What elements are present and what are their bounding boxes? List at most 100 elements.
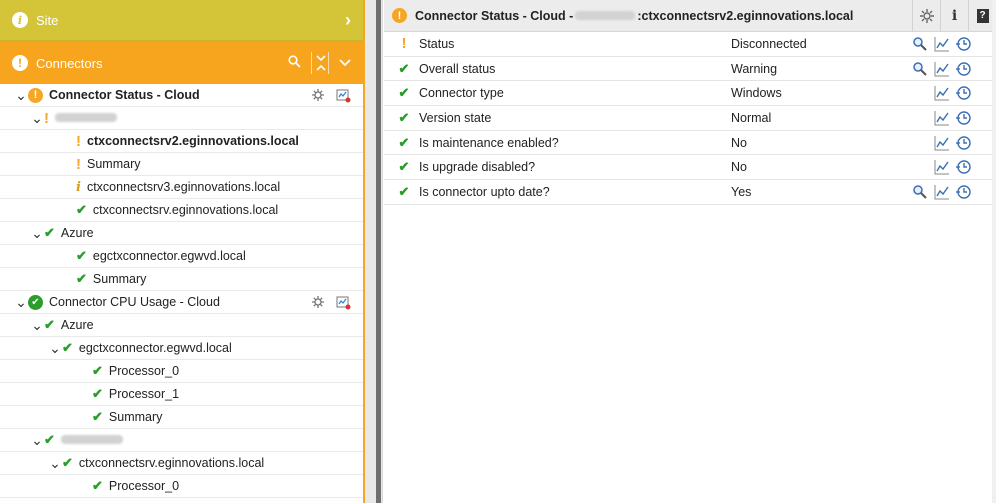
check-icon: ✔: [398, 109, 410, 125]
left-pane: i Site › ! Connectors ⌄! Connector Status…: [0, 0, 365, 503]
chevron-down-icon[interactable]: ⌄: [48, 341, 62, 355]
connectors-bar[interactable]: ! Connectors: [0, 42, 363, 84]
history-icon[interactable]: [956, 159, 972, 175]
connectors-label: Connectors: [36, 55, 103, 71]
tree-item[interactable]: ⌄!: [0, 107, 363, 130]
measure-status: !: [394, 35, 414, 52]
check-icon: ✔: [76, 271, 87, 286]
tree-item-label: ctxconnectsrv.eginnovations.local: [78, 456, 265, 470]
check-icon: ✔: [62, 340, 73, 355]
search-icon[interactable]: [288, 55, 301, 71]
measure-row[interactable]: ✔ Is connector upto date? Yes: [384, 180, 996, 205]
chevron-down-icon[interactable]: ⌄: [14, 88, 28, 102]
config-icon[interactable]: [311, 295, 326, 310]
report-icon[interactable]: [336, 295, 351, 310]
measure-name: Is maintenance enabled?: [419, 135, 559, 150]
tree-item[interactable]: ⌄ ✔ ctxconnectsrv.eginnovations.local: [0, 452, 363, 475]
warning-icon: !: [76, 132, 81, 150]
pane-splitter[interactable]: [365, 0, 383, 503]
warning-icon: !: [12, 55, 28, 71]
chevron-down-icon[interactable]: ⌄: [30, 318, 44, 332]
tree-item-label: egctxconnector.egwvd.local: [78, 341, 232, 355]
measure-actions: [912, 61, 972, 77]
line-graph-icon[interactable]: [934, 36, 950, 52]
check-icon: ✔: [398, 60, 410, 76]
tree-item-label: ctxconnectsrv.eginnovations.local: [92, 203, 279, 217]
history-icon[interactable]: [956, 36, 972, 52]
info-icon: i: [12, 12, 28, 28]
tree-item[interactable]: ⌄! Connector Status - Cloud: [0, 84, 363, 107]
tree-item[interactable]: i ctxconnectsrv3.eginnovations.local: [0, 176, 363, 199]
warning-icon: !: [401, 35, 407, 53]
check-icon: ✔: [92, 409, 103, 424]
line-graph-icon[interactable]: [934, 85, 950, 101]
tree-item[interactable]: ! ctxconnectsrv2.eginnovations.local: [0, 130, 363, 153]
tree-item[interactable]: ✔ egctxconnector.egwvd.local: [0, 245, 363, 268]
measure-value: No: [731, 160, 747, 175]
chevron-down-icon[interactable]: ⌄: [30, 433, 44, 447]
measures-table: ! Status Disconnected ✔ Overall status Warnin…: [384, 32, 996, 205]
measure-value: Disconnected: [731, 36, 807, 51]
measure-row[interactable]: ✔ Overall status Warning: [384, 57, 996, 82]
chevron-down-icon[interactable]: ⌄: [30, 111, 44, 125]
measure-row[interactable]: ✔ Is maintenance enabled? No: [384, 131, 996, 156]
tree-item[interactable]: ✔ Processor_1: [0, 383, 363, 406]
tree-item-label: Connector Status - Cloud: [49, 88, 200, 102]
line-graph-icon[interactable]: [934, 135, 950, 151]
tree-item-label: Processor_0: [108, 364, 180, 378]
warning-icon: !: [44, 109, 49, 127]
measure-row[interactable]: ✔ Is upgrade disabled? No: [384, 155, 996, 181]
tree-item-label: egctxconnector.egwvd.local: [92, 249, 246, 263]
site-bar[interactable]: i Site ›: [0, 0, 363, 42]
info-icon: i: [76, 179, 81, 195]
history-icon[interactable]: [956, 184, 972, 200]
warning-icon: !: [76, 155, 81, 173]
report-icon[interactable]: [336, 88, 351, 103]
measure-value: Windows: [731, 86, 782, 101]
check-icon: ✔: [44, 225, 55, 240]
measure-row[interactable]: ✔ Connector type Windows: [384, 81, 996, 107]
detail-search-icon[interactable]: [912, 61, 928, 77]
measure-actions: [912, 135, 972, 151]
tree-item[interactable]: ⌄ ✔: [0, 429, 363, 452]
measure-row[interactable]: ✔ Version state Normal: [384, 106, 996, 131]
tree-item[interactable]: ✔ Processor_0: [0, 475, 363, 498]
history-icon[interactable]: [956, 85, 972, 101]
measure-row[interactable]: ! Status Disconnected: [384, 32, 996, 57]
tree-item[interactable]: ⌄ ✔ Azure: [0, 314, 363, 337]
history-icon[interactable]: [956, 61, 972, 77]
measure-name: Overall status: [419, 61, 496, 76]
tree-item[interactable]: ✔ Summary: [0, 406, 363, 429]
tree-item[interactable]: ⌄ ✔ Connector CPU Usage - Cloud: [0, 291, 363, 314]
history-icon[interactable]: [956, 135, 972, 151]
line-graph-icon[interactable]: [934, 159, 950, 175]
detail-search-icon[interactable]: [912, 36, 928, 52]
detail-search-icon[interactable]: [912, 184, 928, 200]
chevron-right-icon[interactable]: ›: [345, 10, 351, 31]
site-label: Site: [36, 12, 59, 28]
line-graph-icon[interactable]: [934, 184, 950, 200]
chevron-down-icon[interactable]: ⌄: [48, 456, 62, 470]
line-graph-icon[interactable]: [934, 110, 950, 126]
measure-actions: [912, 110, 972, 126]
chevron-down-icon[interactable]: [339, 56, 351, 71]
check-icon: ✔: [92, 478, 103, 493]
redacted-text: [575, 11, 636, 20]
chevron-down-icon[interactable]: ⌄: [14, 295, 28, 309]
tree-item[interactable]: ⌄ ✔ Azure: [0, 222, 363, 245]
tree-item[interactable]: ✔ ctxconnectsrv.eginnovations.local: [0, 199, 363, 222]
tree-item[interactable]: ✔ Processor_0: [0, 360, 363, 383]
tree-item[interactable]: ⌄ ✔ egctxconnector.egwvd.local: [0, 337, 363, 360]
info-icon[interactable]: i: [940, 0, 968, 32]
chevron-down-icon[interactable]: ⌄: [30, 226, 44, 240]
settings-icon[interactable]: [912, 0, 940, 32]
measure-actions: [912, 36, 972, 52]
tree-item[interactable]: ✔ Summary: [0, 268, 363, 291]
config-icon[interactable]: [311, 88, 326, 103]
collapse-all-icon[interactable]: [311, 52, 329, 74]
details-title: Connector Status - Cloud - :ctxconnectsr…: [415, 8, 854, 23]
line-graph-icon[interactable]: [934, 61, 950, 77]
measure-actions: [912, 159, 972, 175]
history-icon[interactable]: [956, 110, 972, 126]
tree-item[interactable]: ! Summary: [0, 153, 363, 176]
